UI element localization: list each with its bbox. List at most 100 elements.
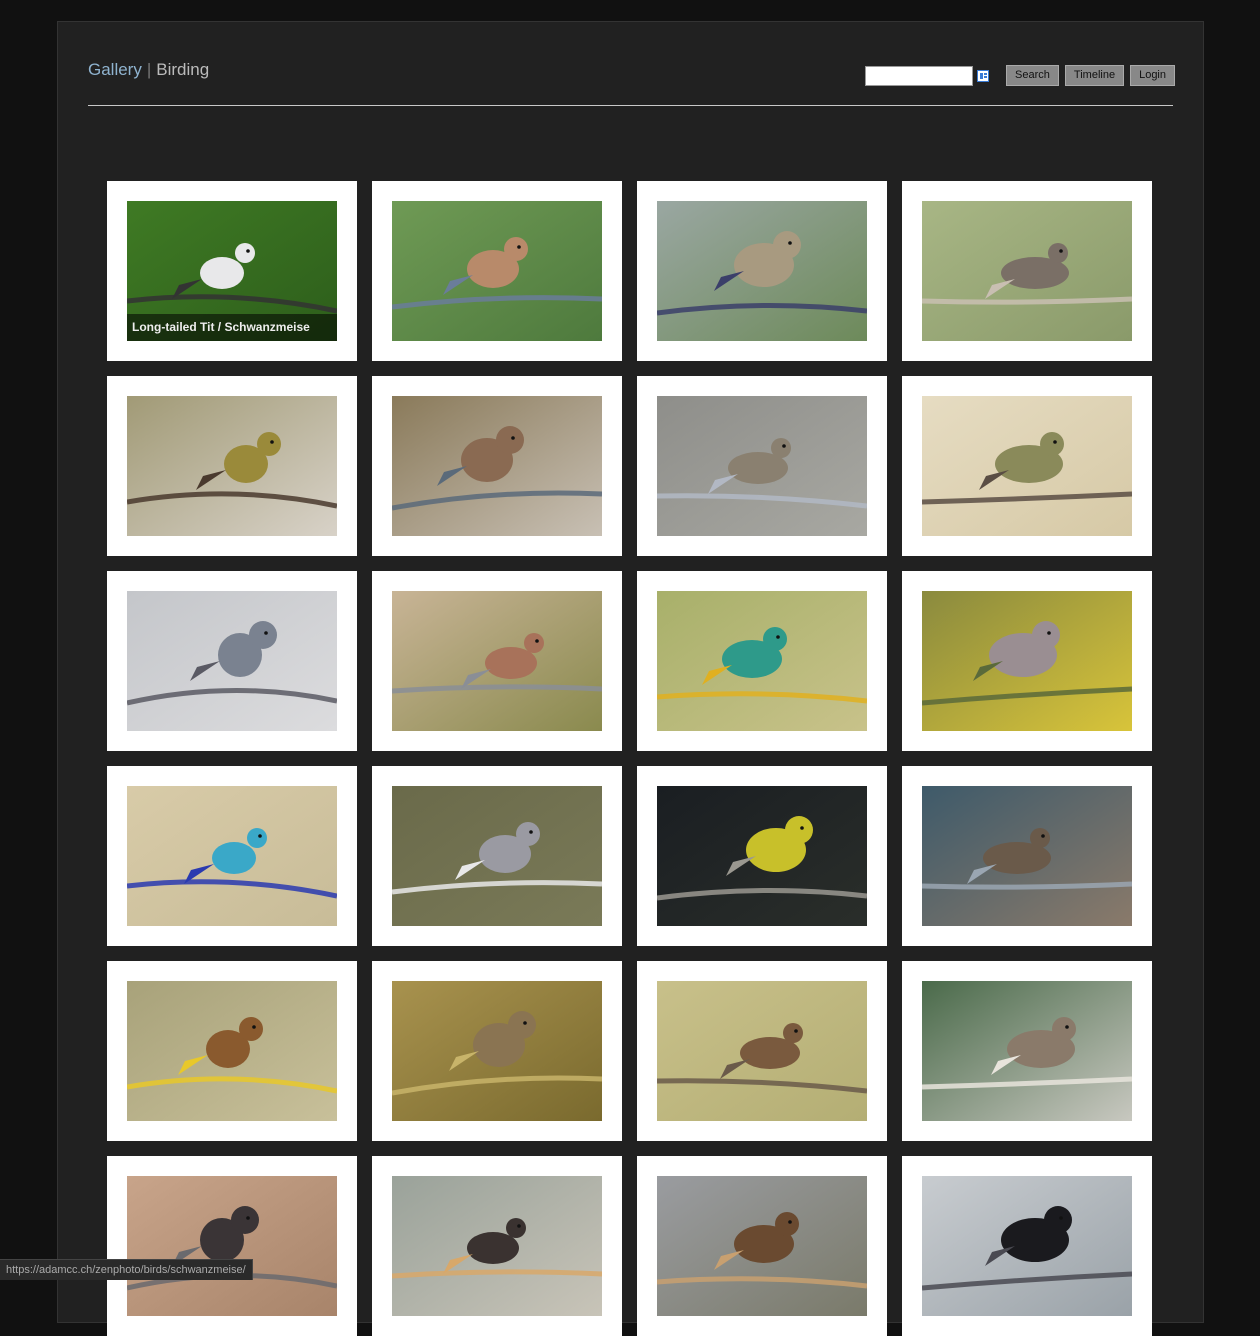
rollers-photo — [127, 786, 337, 926]
bird-eye — [1041, 834, 1045, 838]
photo-thumbnail[interactable] — [127, 591, 337, 731]
photo-card-black-vulture[interactable] — [107, 1156, 357, 1336]
photo-thumbnail[interactable] — [127, 981, 337, 1121]
bird-head — [249, 621, 277, 649]
photo-thumbnail[interactable] — [392, 981, 602, 1121]
status-bar-url: https://adamcc.ch/zenphoto/birds/schwanz… — [0, 1259, 253, 1280]
photo-card-kite-portrait[interactable] — [107, 961, 357, 1141]
photo-card-eagle-in-flight[interactable] — [372, 1156, 622, 1336]
photo-thumbnail[interactable] — [922, 981, 1132, 1121]
photo-card-nightingale[interactable] — [372, 376, 622, 556]
photo-thumbnail[interactable] — [127, 396, 337, 536]
search-input[interactable] — [865, 65, 974, 86]
photo-thumbnail[interactable] — [922, 786, 1132, 926]
photo-thumbnail[interactable] — [657, 396, 867, 536]
header-divider — [88, 105, 1173, 106]
photo-thumbnail[interactable] — [922, 396, 1132, 536]
photo-thumbnail[interactable] — [922, 201, 1132, 341]
breadcrumb-separator: | — [146, 60, 152, 79]
login-button[interactable]: Login — [1130, 65, 1175, 86]
photo-thumbnail[interactable] — [392, 786, 602, 926]
bird-head — [247, 828, 267, 848]
timeline-button[interactable]: Timeline — [1064, 65, 1125, 86]
bird-eye — [782, 444, 786, 448]
bird-head — [235, 243, 255, 263]
photo-card-sparrow-flying[interactable] — [637, 961, 887, 1141]
bird-head — [771, 438, 791, 458]
bird-head — [504, 237, 528, 261]
photo-card-sparrow-on-stick[interactable] — [637, 376, 887, 556]
bird-eye — [246, 249, 250, 253]
photo-thumbnail[interactable] — [127, 786, 337, 926]
breadcrumb-gallery-link[interactable]: Gallery — [88, 60, 142, 79]
bird-eye — [529, 830, 533, 834]
breadcrumb-current-album: Birding — [156, 60, 210, 79]
photo-grid: Long-tailed Tit / Schwanzmeise — [107, 181, 1152, 1336]
photo-thumbnail[interactable] — [657, 786, 867, 926]
bird-head — [508, 1011, 536, 1039]
bird-eye — [517, 1224, 521, 1228]
bird-eye — [535, 639, 539, 643]
search-button[interactable]: Search — [1006, 65, 1059, 86]
photo-card-bunting-on-branch[interactable] — [107, 376, 357, 556]
photo-card-warbler-on-twig[interactable] — [902, 376, 1152, 556]
bird-head — [231, 1206, 259, 1234]
search-fields-icon[interactable] — [977, 69, 990, 82]
photo-card-wood-pigeon[interactable] — [372, 766, 622, 946]
bird-eye — [1065, 1025, 1069, 1029]
photo-card-long-tailed-tit[interactable]: Long-tailed Tit / Schwanzmeise — [107, 181, 357, 361]
photo-thumbnail[interactable] — [657, 591, 867, 731]
photo-card-crested-lark[interactable] — [372, 961, 622, 1141]
photo-card-rollers[interactable] — [107, 766, 357, 946]
page-container: Gallery | Birding Search Timeline Login Lo… — [57, 21, 1204, 1336]
photo-thumbnail[interactable] — [657, 201, 867, 341]
photo-card-flycatcher[interactable] — [107, 571, 357, 751]
photo-card-griffon-vultures[interactable] — [902, 961, 1152, 1141]
photo-card-bird-on-rock[interactable] — [902, 181, 1152, 361]
bird-on-rock-photo — [922, 201, 1132, 341]
bird-eye — [258, 834, 262, 838]
bird-head — [1032, 621, 1060, 649]
greenfinch-photo — [657, 786, 867, 926]
bird-body — [200, 257, 244, 289]
nightingale-photo — [392, 396, 602, 536]
photo-card-owl-landing[interactable] — [902, 766, 1152, 946]
photo-thumbnail[interactable] — [392, 591, 602, 731]
bird-head — [775, 1212, 799, 1236]
photo-card-stock-dove[interactable] — [902, 571, 1152, 751]
owl-landing-photo — [922, 786, 1132, 926]
sparrow-flying-photo — [657, 981, 867, 1121]
photo-card-raven[interactable] — [902, 1156, 1152, 1336]
photo-thumbnail[interactable] — [657, 981, 867, 1121]
photo-thumbnail[interactable] — [657, 1176, 867, 1316]
photo-thumbnail[interactable] — [127, 1176, 337, 1316]
photo-thumbnail[interactable] — [922, 591, 1132, 731]
photo-card-turtle-dove[interactable] — [372, 571, 622, 751]
photo-thumbnail[interactable]: Long-tailed Tit / Schwanzmeise — [127, 201, 337, 341]
photo-thumbnail[interactable] — [392, 201, 602, 341]
bird-head — [1048, 243, 1068, 263]
bird-eye — [252, 1025, 256, 1029]
photo-thumbnail[interactable] — [392, 396, 602, 536]
photo-thumbnail[interactable] — [922, 1176, 1132, 1316]
photo-card-bird-on-mossy-branch[interactable] — [372, 181, 622, 361]
bird-on-mossy-branch-photo — [392, 201, 602, 341]
bird-eye — [1059, 249, 1063, 253]
bird-body — [467, 1232, 519, 1264]
bird-head — [506, 1218, 526, 1238]
photo-card-bird-in-plum-tree[interactable] — [637, 181, 887, 361]
golden-eagle-photo — [657, 1176, 867, 1316]
turtle-dove-photo — [392, 591, 602, 731]
photo-card-bee-eaters[interactable] — [637, 571, 887, 751]
stock-dove-photo — [922, 591, 1132, 731]
bird-eye — [794, 1029, 798, 1033]
photo-card-greenfinch[interactable] — [637, 766, 887, 946]
eagle-in-flight-photo — [392, 1176, 602, 1316]
bird-head — [239, 1017, 263, 1041]
warbler-on-twig-photo — [922, 396, 1132, 536]
photo-card-golden-eagle[interactable] — [637, 1156, 887, 1336]
bird-body — [212, 842, 256, 874]
bee-eaters-photo — [657, 591, 867, 731]
bunting-on-branch-photo — [127, 396, 337, 536]
photo-thumbnail[interactable] — [392, 1176, 602, 1316]
